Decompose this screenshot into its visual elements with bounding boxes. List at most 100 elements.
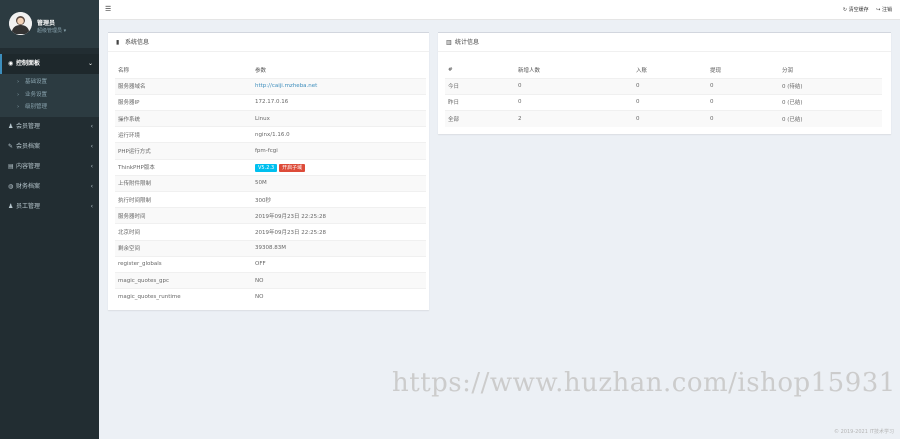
table-cell: 0 (518, 99, 522, 106)
table-row: 服务器时间 2019年09月23日 22:25:28 (115, 207, 426, 224)
row-value: 39308.83M (255, 245, 286, 252)
table-row: magic_quotes_runtime NO (115, 288, 426, 305)
logout-button[interactable]: ↪ 注销 (876, 7, 892, 13)
system-info-box: ▮ 系统信息 名称 参数 服务器域名 http://caiji.mzheba.net 服… (108, 32, 429, 310)
user-name: 管理员 (37, 20, 56, 27)
row-label: 运行环境 (118, 132, 141, 139)
table-cell: 0 (518, 83, 522, 90)
row-value: 2019年09月23日 22:25:28 (255, 213, 326, 220)
sidebar-item-label: 会员档案 (16, 142, 41, 150)
sidebar-item-finance[interactable]: ◍ 财务档案 ‹ (0, 177, 99, 197)
sidebar-item-member-files[interactable]: ✎ 会员档案 ‹ (0, 137, 99, 157)
table-row: 执行时间限制 300秒 (115, 191, 426, 208)
submenu-item-level-management[interactable]: › 级别管理 (0, 101, 99, 114)
table-row: 今日 0 0 0 0 (待结) (445, 78, 882, 95)
table-cell: 0 (已结) (782, 100, 803, 107)
book-icon: ▤ (8, 162, 14, 170)
edit-icon: ✎ (8, 142, 14, 150)
submenu-item-basic-settings[interactable]: › 基础设置 (0, 76, 99, 89)
stats-box: ▥ 统计信息 # 新增人数 入账 提现 分润 今日 0 0 0 0 (待结) 昨日 0 0 0 0 (已结)… (438, 32, 891, 134)
table-cell: 0 (710, 99, 714, 106)
table-cell: 0 (待结) (782, 84, 803, 91)
chevron-left-icon: ‹ (90, 142, 93, 150)
table-cell: 0 (已结) (782, 116, 803, 123)
row-value: V5.2.3 开启子域 (255, 159, 426, 175)
submenu-item-business-settings[interactable]: › 业务设置 (0, 89, 99, 102)
menu-toggle-icon[interactable]: ☰ (105, 6, 112, 13)
row-label: 今日 (448, 84, 460, 91)
sidebar-item-members[interactable]: ♟ 会员管理 ‹ (0, 117, 99, 137)
team-icon: ♟ (8, 202, 14, 210)
sidebar-item-label: 员工管理 (16, 202, 41, 210)
row-value: OFF (255, 261, 266, 268)
table-header-row: 名称 参数 (115, 62, 426, 79)
submenu-item-label: 基础设置 (25, 79, 48, 85)
table-cell: 2 (518, 115, 522, 122)
topbar-actions: ↻ 清空缓存 ↪ 注销 (837, 6, 892, 14)
table-row: 北京时间 2019年09月23日 22:25:28 (115, 223, 426, 240)
row-value: 50M (255, 180, 267, 187)
chevron-left-icon: ‹ (90, 162, 93, 170)
table-row: 上传附件限制 50M (115, 175, 426, 192)
row-label: 北京时间 (118, 229, 141, 236)
table-cell: 0 (636, 83, 640, 90)
table-cell: 0 (710, 83, 714, 90)
table-row: PHP运行方式 fpm-fcgi (115, 142, 426, 160)
table-row: register_globals OFF (115, 256, 426, 272)
row-value: 172.17.0.16 (255, 99, 289, 106)
column-header: 入账 (636, 67, 648, 74)
row-value: http://caiji.mzheba.net (255, 78, 426, 94)
system-info-header: ▮ 系统信息 (108, 33, 429, 52)
row-label: magic_quotes_runtime (118, 293, 181, 300)
row-label: 服务器域名 (118, 84, 146, 91)
row-value: nginx/1.16.0 (255, 131, 290, 138)
row-label: 服务器时间 (118, 213, 146, 220)
submenu-item-label: 业务设置 (25, 91, 48, 98)
file-icon: ▮ (116, 39, 120, 46)
sidebar-item-staff[interactable]: ♟ 员工管理 ‹ (0, 197, 99, 217)
row-value: NO (255, 293, 264, 300)
chevron-down-icon: ⌄ (87, 60, 93, 67)
sidebar-item-label: 财务档案 (16, 182, 41, 190)
sidebar-item-dashboard[interactable]: ◉ 控制面板 ⌄ (0, 54, 99, 74)
caret-right-icon: › (17, 79, 20, 85)
row-label: register_globals (118, 261, 162, 268)
table-row: 服务器域名 http://caiji.mzheba.net (115, 78, 426, 95)
gauge-icon: ◉ (8, 60, 14, 67)
table-row: magic_quotes_gpc NO (115, 272, 426, 289)
row-label: ThinkPHP版本 (118, 165, 155, 172)
watermark-text: https://www.huzhan.com/ishop15931 (392, 368, 896, 398)
row-label: 操作系统 (118, 116, 141, 123)
user-panel: 管理员 超级管理员 ▾ (0, 0, 99, 48)
server-domain-link[interactable]: http://caiji.mzheba.net (255, 83, 317, 89)
avatar[interactable] (9, 12, 32, 35)
row-label: 执行时间限制 (118, 197, 152, 204)
chevron-left-icon: ‹ (90, 182, 93, 190)
table-row: 运行环境 nginx/1.16.0 (115, 126, 426, 143)
topbar: ☰ ↻ 清空缓存 ↪ 注销 (99, 0, 900, 20)
sidebar-item-content[interactable]: ▤ 内容管理 ‹ (0, 157, 99, 177)
column-header: # (448, 66, 453, 73)
bar-chart-icon: ▥ (446, 39, 452, 46)
column-header: 名称 (118, 67, 130, 74)
column-header: 参数 (255, 67, 267, 74)
caret-right-icon: › (17, 104, 20, 110)
subdomain-badge: 开启子域 (279, 163, 306, 172)
table-cell: 0 (636, 115, 640, 122)
table-row: 昨日 0 0 0 0 (已结) (445, 94, 882, 110)
row-value: fpm-fcgi (255, 148, 278, 155)
sidebar-item-label: 会员管理 (16, 122, 41, 130)
user-role-dropdown[interactable]: 超级管理员 ▾ (37, 27, 66, 34)
table-header-row: # 新增人数 入账 提现 分润 (445, 62, 882, 79)
table-row: 全部 2 0 0 0 (已结) (445, 110, 882, 127)
table-cell: 0 (710, 115, 714, 122)
table-row: 服务器IP 172.17.0.16 (115, 94, 426, 110)
table-cell: 0 (636, 99, 640, 106)
column-header: 分润 (782, 67, 794, 74)
row-label: 剩余空间 (118, 246, 141, 253)
version-badge: V5.2.3 (255, 163, 278, 172)
clear-cache-button[interactable]: ↻ 清空缓存 (843, 7, 869, 13)
row-label: 服务器IP (118, 100, 140, 107)
row-value: Linux (255, 115, 270, 122)
row-value: 2019年09月23日 22:25:28 (255, 229, 326, 236)
